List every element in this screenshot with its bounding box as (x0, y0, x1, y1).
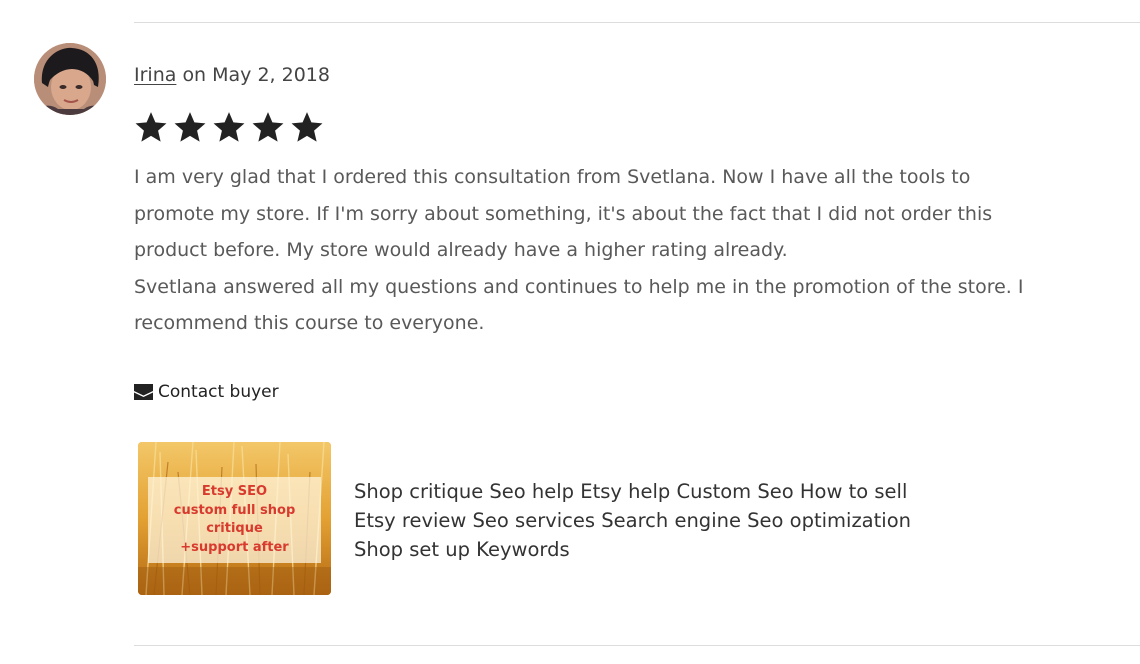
listing-title-link[interactable]: Shop critique Seo help Etsy help Custom … (354, 477, 954, 564)
thumbnail-caption-line: Etsy SEO (201, 484, 268, 499)
thumbnail-caption-line: custom full shop (173, 502, 296, 518)
listing-title-line: Shop critique Seo help Etsy help Custom … (354, 480, 908, 503)
listing-thumbnail[interactable]: Etsy SEO custom full shop critique +supp… (138, 442, 331, 595)
review-text-line: product before. My store would already h… (134, 239, 788, 262)
thumbnail-caption-line: +support after (180, 539, 289, 555)
bottom-divider (134, 645, 1140, 646)
review-text-line: recommend this course to everyone. (134, 312, 485, 335)
review-date: on May 2, 2018 (182, 64, 330, 86)
star-icon (213, 112, 245, 142)
star-icon (174, 112, 206, 142)
thumbnail-caption-line: critique (206, 521, 263, 536)
thumbnail-caption: Etsy SEO custom full shop critique +supp… (148, 477, 321, 563)
review-text: I am very glad that I ordered this consu… (134, 159, 1129, 342)
envelope-icon (134, 384, 153, 400)
review-text-line: promote my store. If I'm sorry about som… (134, 202, 993, 225)
review-text-line: Svetlana answered all my questions and c… (134, 275, 1024, 298)
star-icon (135, 112, 167, 142)
contact-buyer-link[interactable]: Contact buyer (134, 382, 279, 402)
reviewer-avatar[interactable] (34, 43, 106, 115)
star-icon (252, 112, 284, 142)
star-icon (291, 112, 323, 142)
listing-title-line: Etsy review Seo services Search engine S… (354, 509, 911, 532)
star-rating (134, 110, 324, 144)
top-divider (134, 22, 1140, 23)
review-text-line: I am very glad that I ordered this consu… (134, 166, 971, 188)
reviewer-name-link[interactable]: Irina (134, 64, 176, 86)
contact-buyer-label: Contact buyer (158, 382, 279, 402)
review-meta: Irina on May 2, 2018 (134, 64, 330, 86)
listing-title-line: Shop set up Keywords (354, 538, 570, 561)
